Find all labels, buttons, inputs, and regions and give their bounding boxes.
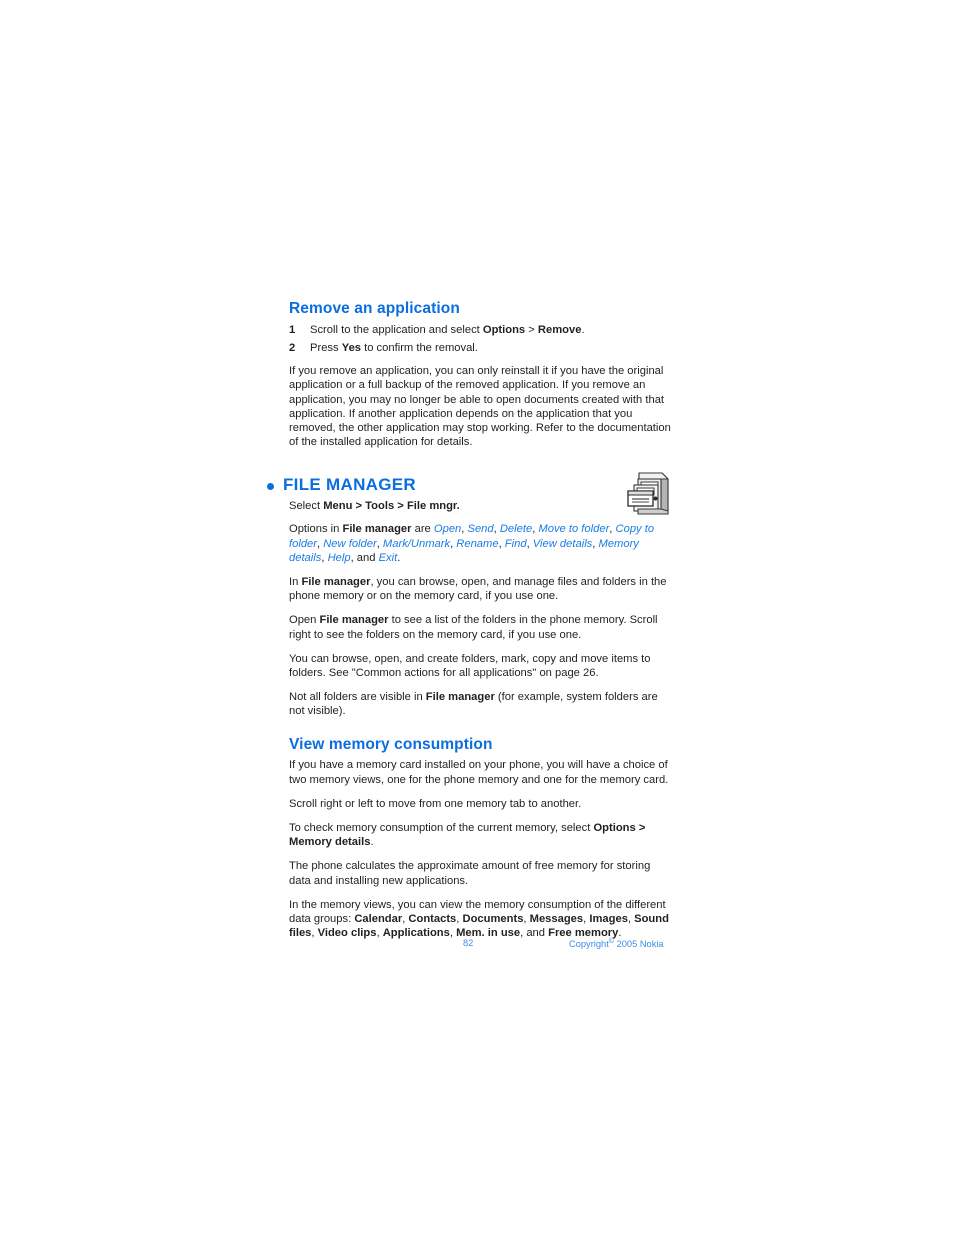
option-delete: Delete [499,523,533,536]
file-manager-select-path: Select Menu > Tools > File mngr. [289,499,671,513]
memory-details-label: Memory details [289,836,371,849]
file-manager-cabinet-icon [626,470,670,518]
step-number: 1 [289,323,296,336]
para-bold: File manager [425,691,495,704]
view-memory-paragraph-1: If you have a memory card installed on y… [289,759,669,786]
step-text-pre: Scroll to the application and select [310,323,483,336]
data-group-calendar: Calendar [354,913,403,925]
copyright-prefix: Copyright [569,939,609,950]
chapter-heading-row: FILE MANAGER [267,476,671,495]
heading-remove-an-application: Remove an application [289,300,460,317]
menu-label: Menu [323,500,353,513]
options-intro-post: are [411,523,434,536]
data-group-contacts: Contacts [408,913,457,925]
separator-1: > [352,500,366,513]
file-manager-paragraph-1: In File manager, you can browse, open, a… [289,575,671,603]
view-memory-paragraph-3: To check memory consumption of the curre… [289,821,671,849]
separator-2: > [394,500,407,513]
view-memory-paragraph-2: Scroll right or left to move from one me… [289,797,582,810]
para-pre: Not all folders are visible in [289,691,426,704]
separator: > [635,821,646,834]
data-group-documents: Documents [462,913,524,925]
data-group-images: Images [589,913,628,925]
options-intro-pre: Options in [289,523,343,536]
options-intro-bold: File manager [342,523,412,536]
options-conjunction: and [356,551,379,564]
para-post: You can browse, open, and create folders… [289,652,651,679]
copyright-symbol: © [608,938,614,945]
heading-file-manager: FILE MANAGER [283,475,416,495]
para-bold: File manager [301,575,371,588]
option-move-to-folder: Move to folder [538,523,610,536]
bullet-icon [267,483,274,491]
data-group-messages: Messages [529,913,584,925]
option-new-folder: New folder [323,537,377,550]
step-text-post: . [581,323,585,336]
list-item: 1 Scroll to the application and select Op… [289,323,671,337]
tools-label: Tools [365,500,395,513]
step-text-mid: > [525,323,538,336]
view-memory-paragraph-4: The phone calculates the approximate amo… [289,860,651,887]
para-pre: To check memory consumption of the curre… [289,821,594,834]
page-footer: 82 Copyright© 2005 Nokia [0,938,954,952]
option-mark-unmark: Mark/Unmark [382,537,451,550]
option-rename: Rename [456,537,499,550]
file-manager-paragraph-2: Open File manager to see a list of the f… [289,613,671,641]
select-prefix: Select [289,500,324,513]
para-pre: In [289,575,302,588]
file-manager-paragraph-4: Not all folders are visible in File mana… [289,690,671,718]
remove-application-paragraph: If you remove an application, you can on… [289,365,671,449]
step-bold-remove: Remove [537,323,582,336]
copyright-notice: Copyright© 2005 Nokia [569,938,664,949]
page-number: 82 [463,938,474,948]
remove-application-steps: 1 Scroll to the application and select Op… [289,323,671,355]
list-item: 2 Press Yes to confirm the removal. [289,341,671,355]
manual-page: Remove an application 1 Scroll to the app… [0,0,954,1235]
step-text-mid: to confirm the removal. [361,342,478,355]
para-bold: File manager [319,614,389,627]
option-help: Help [327,551,351,564]
step-bold-yes: Yes [341,342,362,355]
option-open: Open [433,523,462,536]
step-bold-options: Options [482,323,526,336]
option-view-details: View details [532,537,593,550]
view-memory-paragraph-5: In the memory views, you can view the me… [289,898,671,941]
options-separator: . [397,551,401,564]
page-content: Remove an application 1 Scroll to the app… [267,300,671,950]
options-label: Options [593,821,636,834]
heading-view-memory-consumption: View memory consumption [289,735,493,753]
step-text-pre: Press [310,342,342,355]
option-send: Send [467,523,494,536]
para-pre: Open [289,614,320,627]
file-manager-paragraph-3: You can browse, open, and create folders… [289,652,671,680]
file-mngr-label: File mngr. [406,500,460,513]
para-post: . [370,836,374,849]
option-exit: Exit [378,551,398,564]
file-manager-options-list: Options in File manager are Open, Send, … [289,522,671,565]
option-find: Find [504,537,527,550]
step-number: 2 [289,342,296,355]
copyright-suffix: 2005 Nokia [616,939,664,950]
